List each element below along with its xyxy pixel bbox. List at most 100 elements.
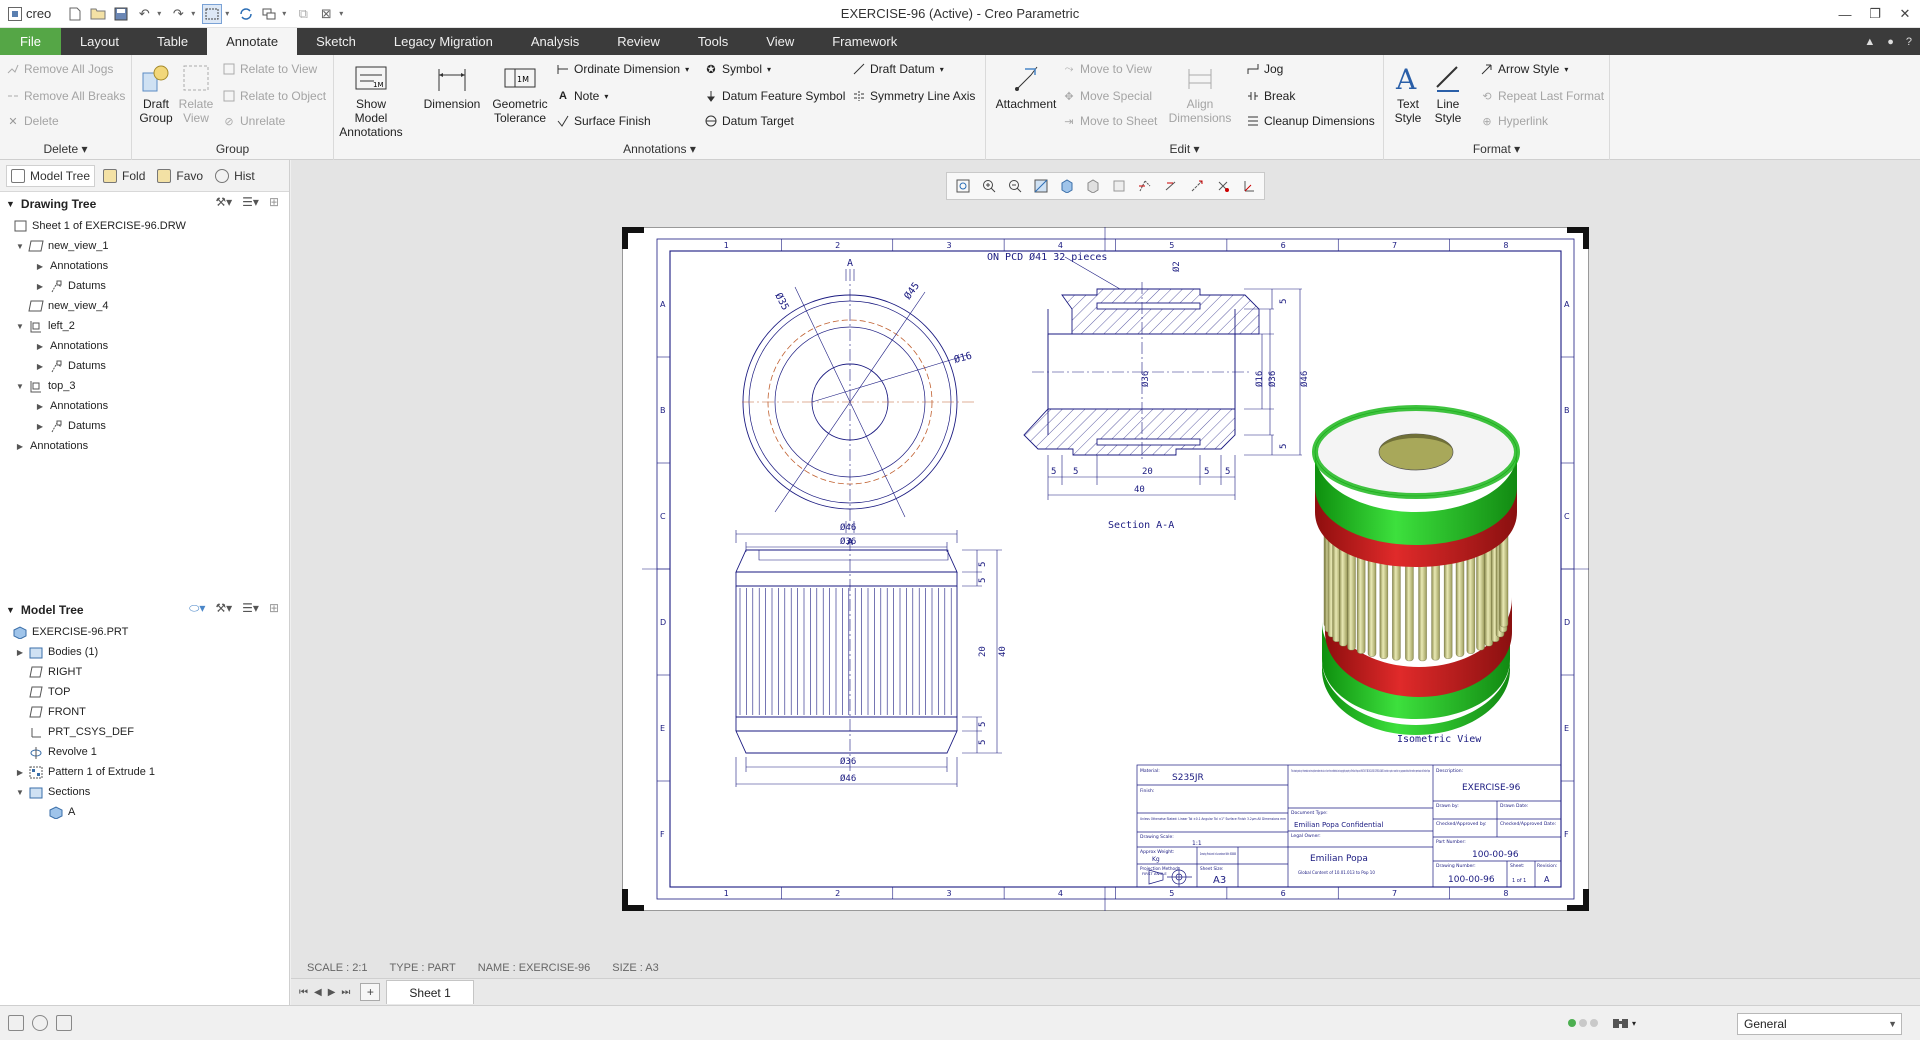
zoom-in-icon[interactable] (977, 175, 1000, 197)
tree-item-section-a[interactable]: A (0, 802, 289, 822)
tree-item-revolve[interactable]: Revolve 1 (0, 742, 289, 762)
tree-settings-icon[interactable]: ⚒▾ (215, 195, 232, 209)
display-style-icon[interactable] (1055, 175, 1078, 197)
save-icon[interactable] (111, 4, 131, 24)
relate-view-button[interactable]: Relate View (176, 61, 216, 125)
collapse-ribbon-icon[interactable]: ▲ (1864, 36, 1875, 48)
select-dropdown-icon[interactable]: ▾ (225, 9, 233, 18)
expand-icon[interactable]: ▶ (34, 362, 46, 371)
tree-item-part[interactable]: EXERCISE-96.PRT (0, 622, 289, 642)
tree-item-sections[interactable]: ▼ Sections (0, 782, 289, 802)
show-model-annotations-button[interactable]: 1M Show Model Annotations (338, 61, 404, 139)
tree-item-csys[interactable]: PRT_CSYS_DEF (0, 722, 289, 742)
hyperlink-button[interactable]: ⊕ Hyperlink (1480, 111, 1548, 131)
geometric-tolerance-button[interactable]: 1M Geometric Tolerance (488, 61, 552, 125)
tree-item-bodies[interactable]: ▶ Bodies (1) (0, 642, 289, 662)
tree-item-top-3[interactable]: ▼ top_3 (0, 376, 289, 396)
surface-finish-button[interactable]: Surface Finish (556, 111, 651, 131)
draft-group-button[interactable]: Draft Group (134, 61, 178, 125)
cleanup-dimensions-button[interactable]: Cleanup Dimensions (1246, 111, 1375, 131)
expand-icon[interactable]: ▶ (34, 342, 46, 351)
tree-filter-icon[interactable]: ⊞ (269, 195, 279, 209)
drawing-tree-header[interactable]: ▼ Drawing Tree ⚒▾ ☰▾ ⊞ (0, 192, 289, 216)
previous-sheet-icon[interactable]: ◀ (314, 987, 322, 998)
expand-icon[interactable]: ▶ (14, 648, 26, 657)
first-sheet-icon[interactable]: ⏮ (299, 987, 308, 998)
next-sheet-icon[interactable]: ▶ (328, 987, 336, 998)
unrelate-button[interactable]: ⊘ Unrelate (222, 111, 285, 131)
expand-icon[interactable]: ▶ (14, 442, 26, 451)
undo-icon[interactable]: ↶ (134, 4, 154, 24)
datum-target-button[interactable]: Datum Target (704, 111, 794, 131)
minimize-icon[interactable]: — (1830, 0, 1860, 28)
tree-settings-icon[interactable]: ⚒▾ (215, 601, 232, 616)
copy-window-icon[interactable]: ⧉ (293, 4, 313, 24)
tab-analysis[interactable]: Analysis (512, 28, 598, 55)
tree-item-right-plane[interactable]: RIGHT (0, 662, 289, 682)
remove-all-breaks-button[interactable]: Remove All Breaks (6, 86, 125, 106)
zoom-out-icon[interactable] (1003, 175, 1026, 197)
new-file-icon[interactable] (65, 4, 85, 24)
windows-dropdown-icon[interactable]: ▾ (282, 9, 290, 18)
move-to-view-button[interactable]: ⤳ Move to View (1062, 59, 1152, 79)
view-manager-icon[interactable] (1107, 175, 1130, 197)
dimension-button[interactable]: Dimension (422, 61, 482, 111)
expand-icon[interactable]: ▶ (34, 402, 46, 411)
tree-item-annotations-root[interactable]: ▶ Annotations (0, 436, 289, 456)
last-sheet-icon[interactable]: ⏭ (341, 987, 350, 998)
tree-item-pattern[interactable]: ▶ Pattern 1 of Extrude 1 (0, 762, 289, 782)
move-special-button[interactable]: ✥ Move Special (1062, 86, 1152, 106)
collapse-icon[interactable]: ▼ (14, 242, 26, 251)
arrow-style-button[interactable]: Arrow Style ▾ (1480, 59, 1568, 79)
tab-view[interactable]: View (747, 28, 813, 55)
tree-item-datums[interactable]: ▶ Datums (0, 416, 289, 436)
help-icon[interactable]: ? (1906, 36, 1912, 48)
browser-toggle-icon[interactable] (32, 1015, 48, 1031)
model-display-icon[interactable]: ⬭▾ (189, 601, 205, 616)
select-box-icon[interactable] (202, 3, 223, 24)
tree-item-top-plane[interactable]: TOP (0, 682, 289, 702)
restore-icon[interactable]: ❐ (1860, 0, 1890, 28)
tree-item-annotations[interactable]: ▶ Annotations (0, 256, 289, 276)
redo-icon[interactable]: ↷ (168, 4, 188, 24)
line-style-button[interactable]: Line Style (1430, 61, 1466, 125)
tree-item-datums[interactable]: ▶ Datums (0, 276, 289, 296)
tree-columns-icon[interactable]: ☰▾ (242, 601, 259, 616)
annotations-group-label[interactable]: Annotations ▾ (334, 142, 985, 156)
tree-item-new-view-1[interactable]: ▼ new_view_1 (0, 236, 289, 256)
sheet-tab[interactable]: Sheet 1 (386, 980, 474, 1004)
annotation-display-icon[interactable] (1159, 175, 1182, 197)
close-window-icon[interactable]: ⊠ (316, 4, 336, 24)
add-sheet-button[interactable]: + (360, 983, 381, 1001)
axis-display-icon[interactable] (1185, 175, 1208, 197)
move-to-sheet-button[interactable]: ⇥ Move to Sheet (1062, 111, 1157, 131)
undo-dropdown-icon[interactable]: ▾ (157, 9, 165, 18)
remove-all-jogs-button[interactable]: Remove All Jogs (6, 59, 113, 79)
drawing-canvas[interactable]: 1 1 2 2 3 3 4 4 5 5 6 6 7 7 8 8 A A B B C C D D E E F F A A Ø35 Ø45… (621, 226, 1590, 912)
collapse-icon[interactable]: ▼ (14, 382, 26, 391)
symmetry-line-axis-button[interactable]: Symmetry Line Axis (852, 86, 975, 106)
redo-dropdown-icon[interactable]: ▾ (191, 9, 199, 18)
nav-tab-folder[interactable]: Fold (99, 166, 149, 186)
delete-group-label[interactable]: Delete ▾ (0, 142, 131, 156)
collapse-icon[interactable]: ▼ (14, 322, 26, 331)
selection-filter[interactable]: General ▼ (1737, 1013, 1902, 1035)
tree-columns-icon[interactable]: ☰▾ (242, 195, 259, 209)
tab-sketch[interactable]: Sketch (297, 28, 375, 55)
tab-review[interactable]: Review (598, 28, 679, 55)
tree-item-new-view-4[interactable]: new_view_4 (0, 296, 289, 316)
datum-display-icon[interactable] (1133, 175, 1156, 197)
tab-layout[interactable]: Layout (61, 28, 138, 55)
symbol-button[interactable]: ✪ Symbol ▾ (704, 59, 771, 79)
expand-icon[interactable]: ▶ (34, 282, 46, 291)
tree-item-front-plane[interactable]: FRONT (0, 702, 289, 722)
close-icon[interactable]: ✕ (1890, 0, 1920, 28)
regenerate-icon[interactable] (236, 4, 256, 24)
point-display-icon[interactable] (1211, 175, 1234, 197)
format-group-label[interactable]: Format ▾ (1384, 142, 1609, 156)
tab-annotate[interactable]: Annotate (207, 28, 298, 55)
tree-item-datums[interactable]: ▶ Datums (0, 356, 289, 376)
expand-icon[interactable]: ▶ (34, 422, 46, 431)
tree-filter-icon[interactable]: ⊞ (269, 601, 279, 616)
break-button[interactable]: Break (1246, 86, 1295, 106)
